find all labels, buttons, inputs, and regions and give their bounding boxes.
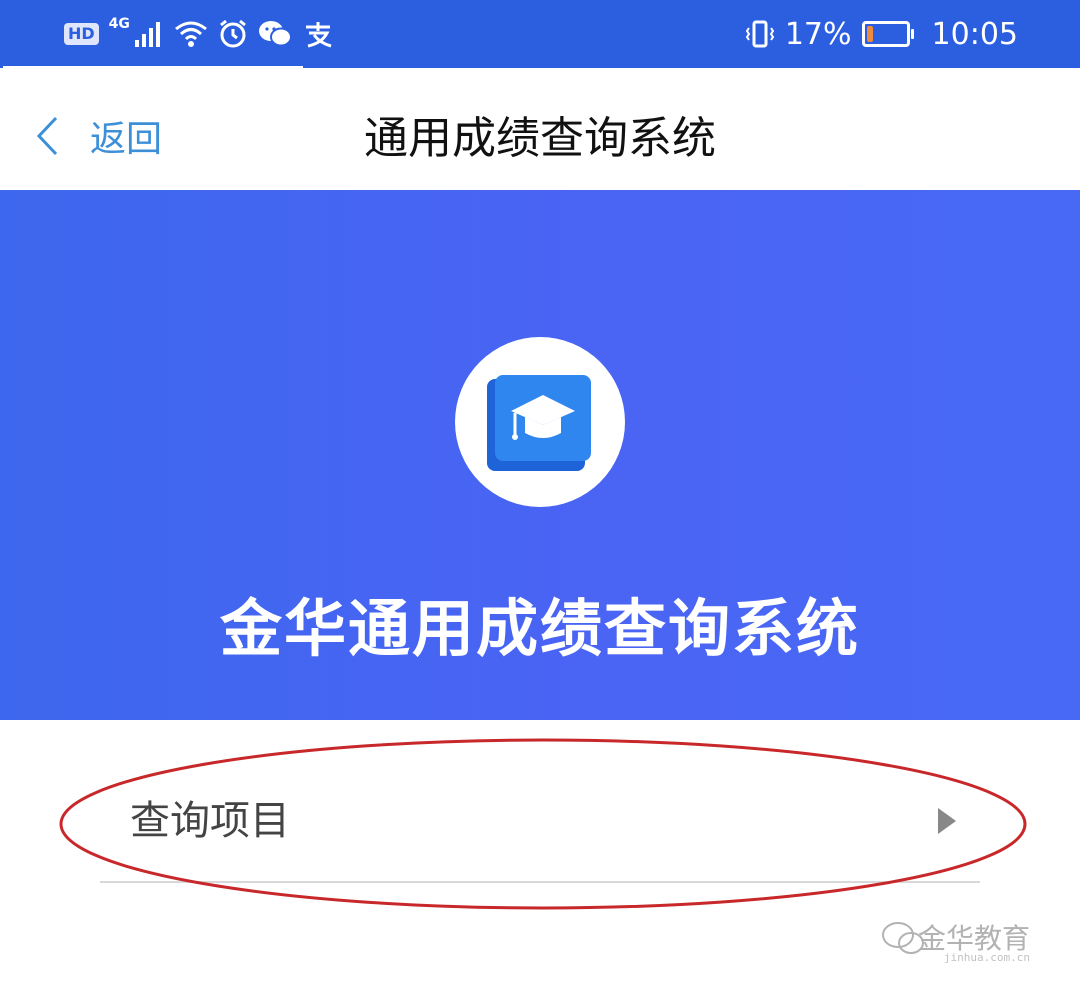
signal-icon <box>134 22 160 47</box>
back-button[interactable]: 返回 <box>34 106 162 166</box>
status-left-icons: HD 4G <box>64 14 334 54</box>
battery-icon <box>861 21 914 47</box>
battery-fill <box>866 26 873 42</box>
hd-badge: HD <box>64 23 99 45</box>
triangle-right-icon <box>938 808 956 834</box>
nav-bar: 通用成绩查询系统 返回 <box>0 82 1080 190</box>
alipay-icon <box>305 22 332 48</box>
watermark: 金华教育 jinhua.com.cn <box>880 911 1060 971</box>
list-item-label: 查询项目 <box>130 798 290 844</box>
chevron-left-icon <box>36 116 58 156</box>
vibrate-icon <box>745 20 775 48</box>
back-label: 返回 <box>90 119 163 160</box>
watermark-site: jinhua.com.cn <box>943 951 1030 964</box>
graduation-book-icon <box>487 375 591 471</box>
alarm-icon <box>219 19 246 48</box>
battery-percent: 17% <box>784 16 852 52</box>
status-right-icons: 17% 10:05 <box>745 14 1018 54</box>
network-type-label: 4G <box>108 16 130 32</box>
banner-title: 金华通用成绩查询系统 <box>219 592 860 665</box>
clock-time: 10:05 <box>931 16 1018 52</box>
wifi-icon <box>174 21 207 47</box>
status-bar: HD 4G 17% 10:05 <box>0 0 1080 68</box>
app-logo <box>455 337 625 507</box>
list-item-query-project[interactable]: 查询项目 <box>100 748 980 882</box>
divider <box>100 881 980 883</box>
status-bar-notch <box>3 66 303 82</box>
wechat-icon <box>258 21 292 47</box>
